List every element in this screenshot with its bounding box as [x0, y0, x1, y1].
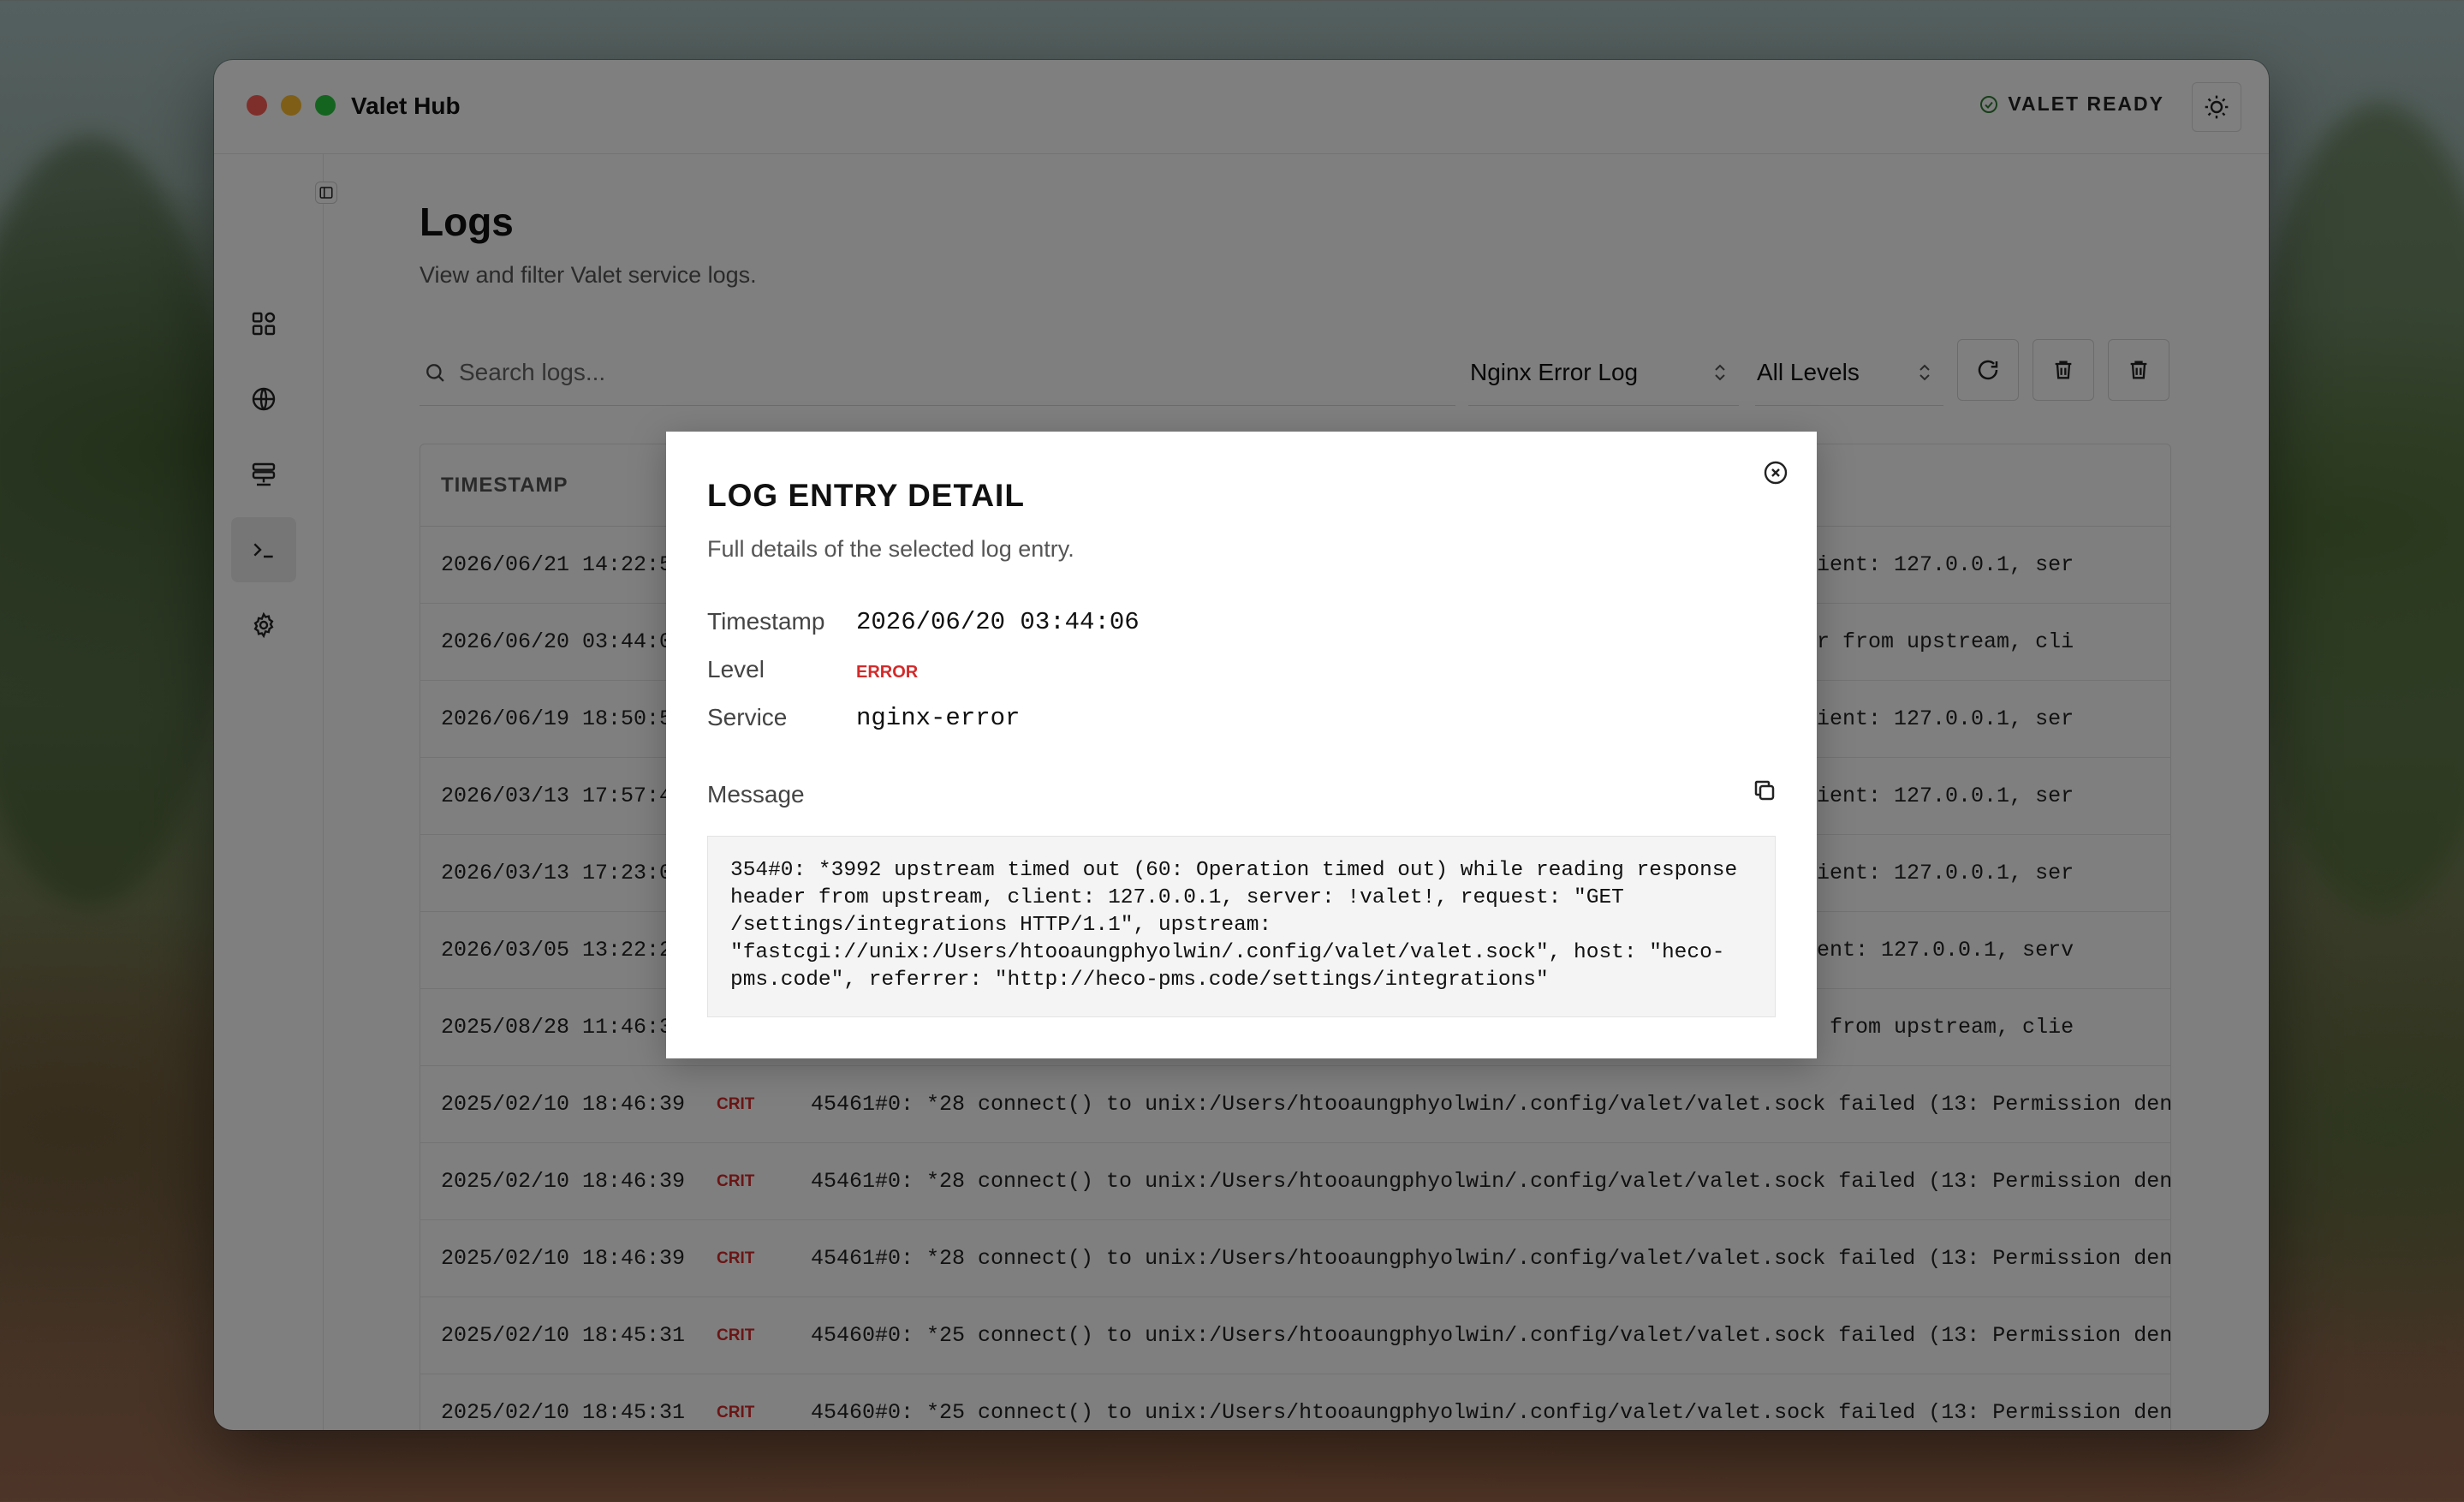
timestamp-label: Timestamp — [707, 608, 825, 635]
copy-message-button[interactable] — [1752, 778, 1777, 808]
timestamp-value: 2026/06/20 03:44:06 — [856, 608, 1140, 636]
level-badge: ERROR — [856, 663, 919, 682]
service-value: nginx-error — [856, 704, 1021, 732]
message-content: 354#0: *3992 upstream timed out (60: Ope… — [707, 836, 1776, 1017]
modal-title: LOG ENTRY DETAIL — [707, 478, 1025, 513]
modal-close-button[interactable] — [1762, 459, 1789, 491]
copy-icon — [1754, 780, 1775, 801]
service-label: Service — [707, 704, 788, 730]
level-label: Level — [707, 656, 765, 682]
log-detail-modal: LOG ENTRY DETAIL Full details of the sel… — [666, 432, 1817, 1058]
modal-subtitle: Full details of the selected log entry. — [707, 536, 1074, 562]
close-icon — [1764, 461, 1788, 485]
message-label: Message — [707, 781, 805, 808]
